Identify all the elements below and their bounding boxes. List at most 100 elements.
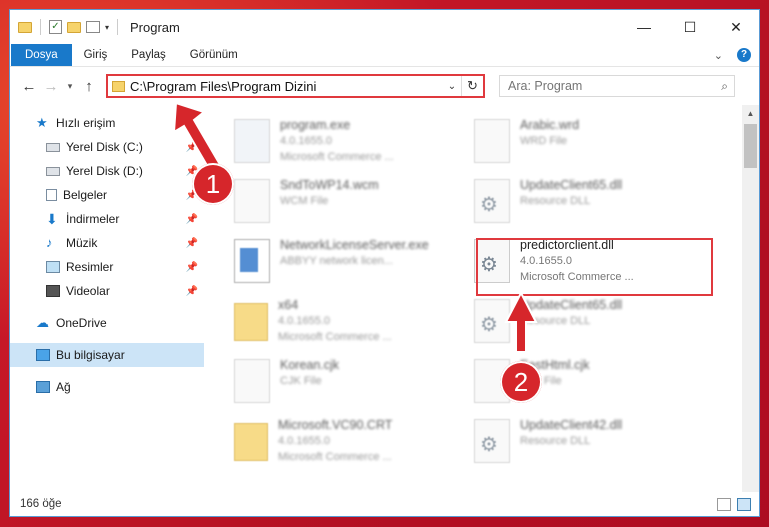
sidebar-item-drive-d[interactable]: Yerel Disk (D:) 📌 — [10, 159, 204, 183]
pin-icon[interactable]: 📌 — [186, 286, 198, 297]
address-bar[interactable]: C:\Program Files\Program Dizini ⌄ ↻ — [106, 74, 485, 98]
tiles-view-icon[interactable] — [737, 497, 751, 511]
sidebar-item-quick-access[interactable]: ★ Hızlı erişim — [10, 111, 204, 135]
folder-icon — [234, 303, 268, 341]
sidebar-item-onedrive[interactable]: ☁ OneDrive — [10, 311, 204, 335]
chevron-down-icon[interactable]: ⌄ — [443, 81, 461, 92]
title-bar: ✓ ▾ Program — ☐ ✕ — [10, 10, 759, 44]
tab-view[interactable]: Görünüm — [178, 44, 250, 66]
document-icon — [46, 189, 57, 201]
list-item[interactable]: EastHtml.cjkCJK File — [458, 353, 688, 409]
sidebar-item-this-pc[interactable]: Bu bilgisayar — [10, 343, 204, 367]
address-path[interactable]: C:\Program Files\Program Dizini — [130, 79, 316, 94]
list-item[interactable]: Microsoft.VC90.CRT 4.0.1655.0 Microsoft Co… — [218, 413, 448, 469]
file-detail: CJK File — [280, 375, 322, 387]
chevron-down-icon[interactable]: ▾ — [105, 23, 109, 32]
search-icon[interactable]: ⌕ — [721, 79, 728, 94]
sidebar-item-label: Hızlı erişim — [56, 116, 116, 130]
file-name: Korean.cjk — [280, 358, 340, 372]
refresh-button[interactable]: ↻ — [461, 76, 483, 96]
file-detail: WCM File — [280, 195, 329, 207]
navigation-bar: ← → ▾ ↑ C:\Program Files\Program Dizini … — [10, 67, 759, 105]
file-name: program.exe — [280, 118, 351, 132]
scroll-up-icon[interactable]: ▲ — [742, 105, 759, 122]
sidebar-item-label: Müzik — [66, 236, 98, 250]
scrollbar-thumb[interactable] — [744, 124, 757, 168]
sidebar-item-label: Bu bilgisayar — [56, 348, 125, 362]
file-detail: Microsoft Commerce ... — [278, 331, 392, 343]
network-icon — [36, 381, 50, 393]
maximize-button[interactable]: ☐ — [667, 10, 713, 44]
back-button[interactable]: ← — [18, 78, 40, 95]
divider — [40, 19, 41, 35]
pin-icon[interactable]: 📌 — [186, 214, 198, 225]
sidebar-item-label: Videolar — [66, 284, 110, 298]
file-detail: WRD File — [520, 135, 568, 147]
file-icon — [234, 359, 270, 403]
file-name: Microsoft.VC90.CRT — [278, 418, 393, 432]
list-item[interactable]: Arabic.wrd WRD File — [458, 113, 688, 169]
checkmark-icon[interactable]: ✓ — [49, 20, 62, 34]
step-marker-1: 1 — [192, 163, 234, 205]
window-title: Program — [130, 19, 180, 35]
folder-icon — [18, 21, 32, 33]
help-icon[interactable]: ? — [737, 48, 751, 62]
status-bar: 166 öğe — [10, 492, 759, 516]
file-list: program.exe 4.0.1655.0 Microsoft Commerce … — [204, 105, 759, 492]
file-detail: Microsoft Commerce ... — [278, 451, 392, 463]
navigation-pane: ★ Hızlı erişim Yerel Disk (C:) 📌 Yerel D… — [10, 105, 204, 492]
sidebar-item-network[interactable]: Ağ — [10, 375, 204, 399]
explorer-window: ✓ ▾ Program — ☐ ✕ Dosya Giriş Paylaş Gör… — [9, 9, 760, 517]
list-item[interactable]: UpdateClient65.dll Resource DLL — [458, 293, 688, 349]
sidebar-item-label: OneDrive — [56, 316, 107, 330]
list-item[interactable]: x64 4.0.1655.0 Microsoft Commerce ... — [218, 293, 448, 349]
sidebar-item-downloads[interactable]: ⬇ İndirmeler 📌 — [10, 207, 204, 231]
music-icon: ♪ — [46, 235, 53, 250]
list-item[interactable]: NetworkLicenseServer.exe ABBYY network li… — [218, 233, 448, 289]
recent-locations-icon[interactable]: ▾ — [62, 81, 78, 92]
file-icon — [474, 119, 510, 163]
video-icon — [46, 285, 60, 297]
pin-icon[interactable]: 📌 — [186, 238, 198, 249]
exe-file-icon — [234, 119, 270, 163]
forward-button[interactable]: → — [40, 78, 62, 95]
sidebar-item-music[interactable]: ♪ Müzik 📌 — [10, 231, 204, 255]
file-name: UpdateClient65.dll — [520, 178, 623, 192]
file-name: SndToWP14.wcm — [280, 178, 379, 192]
search-box[interactable]: ⌕ — [499, 75, 735, 97]
list-item[interactable]: UpdateClient42.dll Resource DLL — [458, 413, 688, 469]
properties-icon[interactable] — [86, 21, 100, 33]
close-button[interactable]: ✕ — [713, 10, 759, 44]
up-button[interactable]: ↑ — [78, 78, 100, 95]
file-detail: Microsoft Commerce ... — [280, 151, 394, 163]
search-input[interactable] — [508, 79, 688, 93]
vertical-scrollbar[interactable]: ▲ — [742, 105, 759, 492]
tab-file[interactable]: Dosya — [11, 44, 72, 66]
list-item[interactable]: program.exe 4.0.1655.0 Microsoft Commerce … — [218, 113, 448, 169]
minimize-button[interactable]: — — [621, 10, 667, 44]
file-icon — [234, 179, 270, 223]
pin-icon[interactable]: 📌 — [186, 262, 198, 273]
dll-file-icon — [474, 299, 510, 343]
tab-home[interactable]: Giriş — [72, 44, 120, 66]
details-view-icon[interactable] — [717, 497, 731, 511]
tab-share[interactable]: Paylaş — [119, 44, 178, 66]
sidebar-item-pictures[interactable]: Resimler 📌 — [10, 255, 204, 279]
divider — [117, 19, 119, 35]
cloud-icon: ☁ — [36, 315, 49, 330]
app-file-icon — [234, 239, 270, 283]
pin-icon[interactable]: 📌 — [186, 142, 198, 153]
expand-ribbon-icon[interactable]: ⌄ — [714, 49, 723, 62]
file-detail: Resource DLL — [520, 315, 591, 327]
list-item[interactable]: SndToWP14.wcm WCM File — [218, 173, 448, 229]
sidebar-item-videos[interactable]: Videolar 📌 — [10, 279, 204, 303]
list-item[interactable]: UpdateClient65.dll Resource DLL — [458, 173, 688, 229]
file-name: UpdateClient65.dll — [520, 298, 623, 312]
sidebar-item-label: İndirmeler — [66, 212, 120, 226]
sidebar-item-drive-c[interactable]: Yerel Disk (C:) 📌 — [10, 135, 204, 159]
list-item[interactable]: Korean.cjk CJK File — [218, 353, 448, 409]
sidebar-item-documents[interactable]: Belgeler 📌 — [10, 183, 204, 207]
ribbon-tabs: Dosya Giriş Paylaş Görünüm ⌄ ? — [10, 44, 759, 67]
new-folder-icon[interactable] — [67, 21, 81, 33]
file-name: UpdateClient42.dll — [520, 418, 623, 432]
